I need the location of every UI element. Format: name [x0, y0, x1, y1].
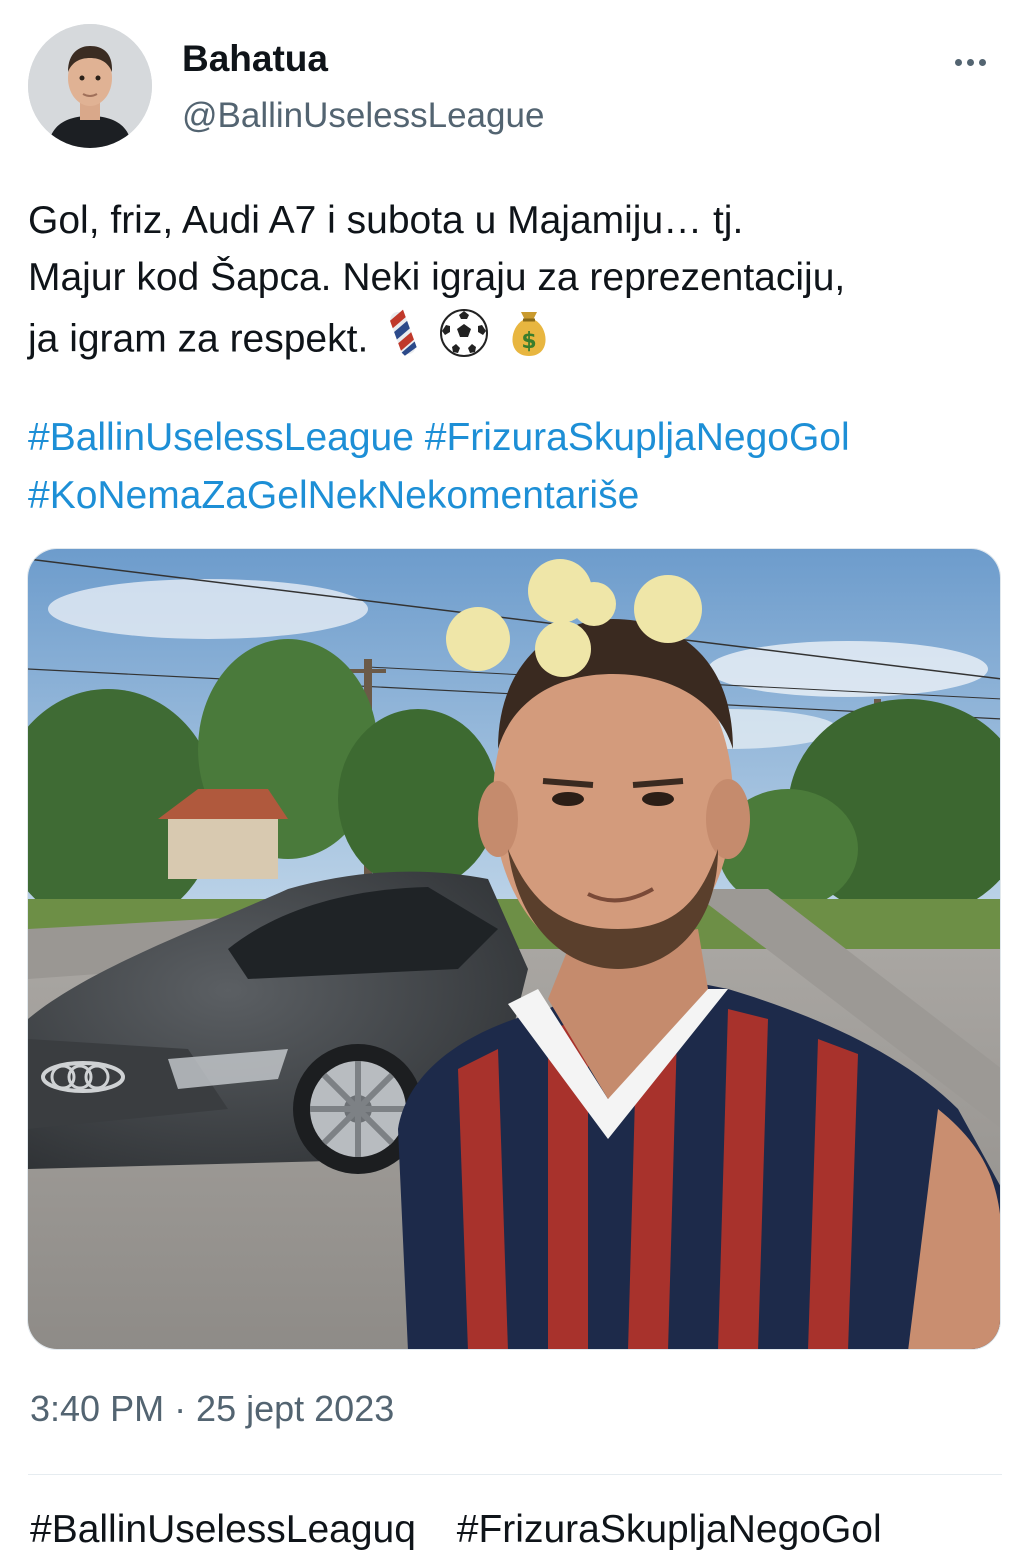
- bottom-hashtag[interactable]: #BallinUselessLeaguq: [30, 1508, 416, 1551]
- user-handle[interactable]: @BallinUselessLeague: [182, 96, 544, 136]
- more-dot-icon: [966, 58, 974, 66]
- barber-pole-icon: [383, 307, 423, 375]
- bottom-hashtag-bar: #BallinUselessLeaguq #FrizuraSkupljaNego…: [30, 1508, 912, 1552]
- hashtag-link[interactable]: #BallinUselessLeague: [28, 416, 414, 459]
- hashtag-line: #BallinUselessLeague #FrizuraSkupljaNego…: [28, 409, 1018, 467]
- avatar[interactable]: [28, 24, 152, 148]
- profile-photo: [28, 24, 152, 148]
- bottom-hashtag[interactable]: #FrizuraSkupljaNegoGol: [457, 1508, 882, 1551]
- soccer-ball-icon: [438, 307, 490, 375]
- money-bag-icon: $: [505, 306, 553, 376]
- svg-text:$: $: [521, 329, 536, 354]
- hashtags: #BallinUselessLeague #FrizuraSkupljaNego…: [28, 409, 1018, 525]
- tweet-text-line: ja igram za respekt. $: [28, 306, 1008, 376]
- more-dot-icon: [954, 58, 962, 66]
- more-options-button[interactable]: [944, 44, 996, 80]
- tweet-text: Gol, friz, Audi A7 i subota u Majamiju… …: [28, 192, 1008, 376]
- tweet-timestamp[interactable]: 3:40 PM · 25 jept 2023: [30, 1388, 394, 1430]
- divider: [28, 1474, 1002, 1475]
- tweet-photo[interactable]: [27, 548, 1001, 1350]
- tweet-text-line: Gol, friz, Audi A7 i subota u Majamiju… …: [28, 199, 744, 242]
- hashtag-line: #KoNemaZaGelNekNekomentariše: [28, 467, 1018, 525]
- hashtag-link[interactable]: #FrizuraSkupljaNegoGol: [425, 416, 850, 459]
- selfie-photo: [28, 549, 1000, 1349]
- tweet-text-line: Majur kod Šapca. Neki igraju za reprezen…: [28, 256, 846, 299]
- more-dot-icon: [978, 58, 986, 66]
- display-name[interactable]: Bahatua: [182, 38, 328, 80]
- hashtag-link[interactable]: #KoNemaZaGelNekNekomentariše: [28, 474, 639, 517]
